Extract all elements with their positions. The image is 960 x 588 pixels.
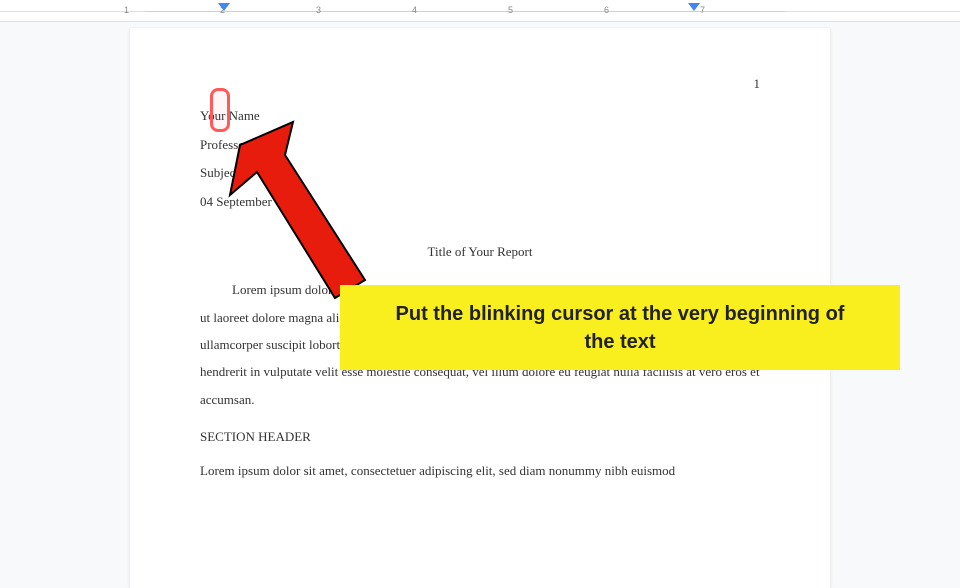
indent-marker-right-icon[interactable] bbox=[688, 3, 700, 11]
section-header[interactable]: SECTION HEADER bbox=[200, 429, 760, 445]
ruler-tick-4: 4 bbox=[412, 5, 417, 15]
ruler-tick-1: 1 bbox=[124, 5, 129, 15]
ruler-tick-5: 5 bbox=[508, 5, 513, 15]
ruler-tick-7: 7 bbox=[700, 5, 705, 15]
ruler-tick-6: 6 bbox=[604, 5, 609, 15]
ruler-tick-3: 3 bbox=[316, 5, 321, 15]
cursor-highlight-annotation bbox=[210, 88, 230, 132]
date-line[interactable]: 04 September bbox=[200, 188, 760, 217]
header-block[interactable]: Your Name Professor Name Subject 04 Sept… bbox=[200, 102, 760, 216]
page-number: 1 bbox=[754, 76, 761, 92]
professor-line[interactable]: Professor Name bbox=[200, 131, 760, 160]
your-name-line[interactable]: Your Name bbox=[200, 102, 760, 131]
horizontal-ruler[interactable]: 1 2 3 4 5 6 7 bbox=[0, 0, 960, 22]
document-title[interactable]: Title of Your Report bbox=[200, 244, 760, 260]
indent-marker-left-icon[interactable] bbox=[218, 3, 230, 11]
instruction-callout: Put the blinking cursor at the very begi… bbox=[340, 285, 900, 370]
body-paragraph-2[interactable]: Lorem ipsum dolor sit amet, consectetuer… bbox=[200, 457, 760, 484]
subject-line[interactable]: Subject bbox=[200, 159, 760, 188]
